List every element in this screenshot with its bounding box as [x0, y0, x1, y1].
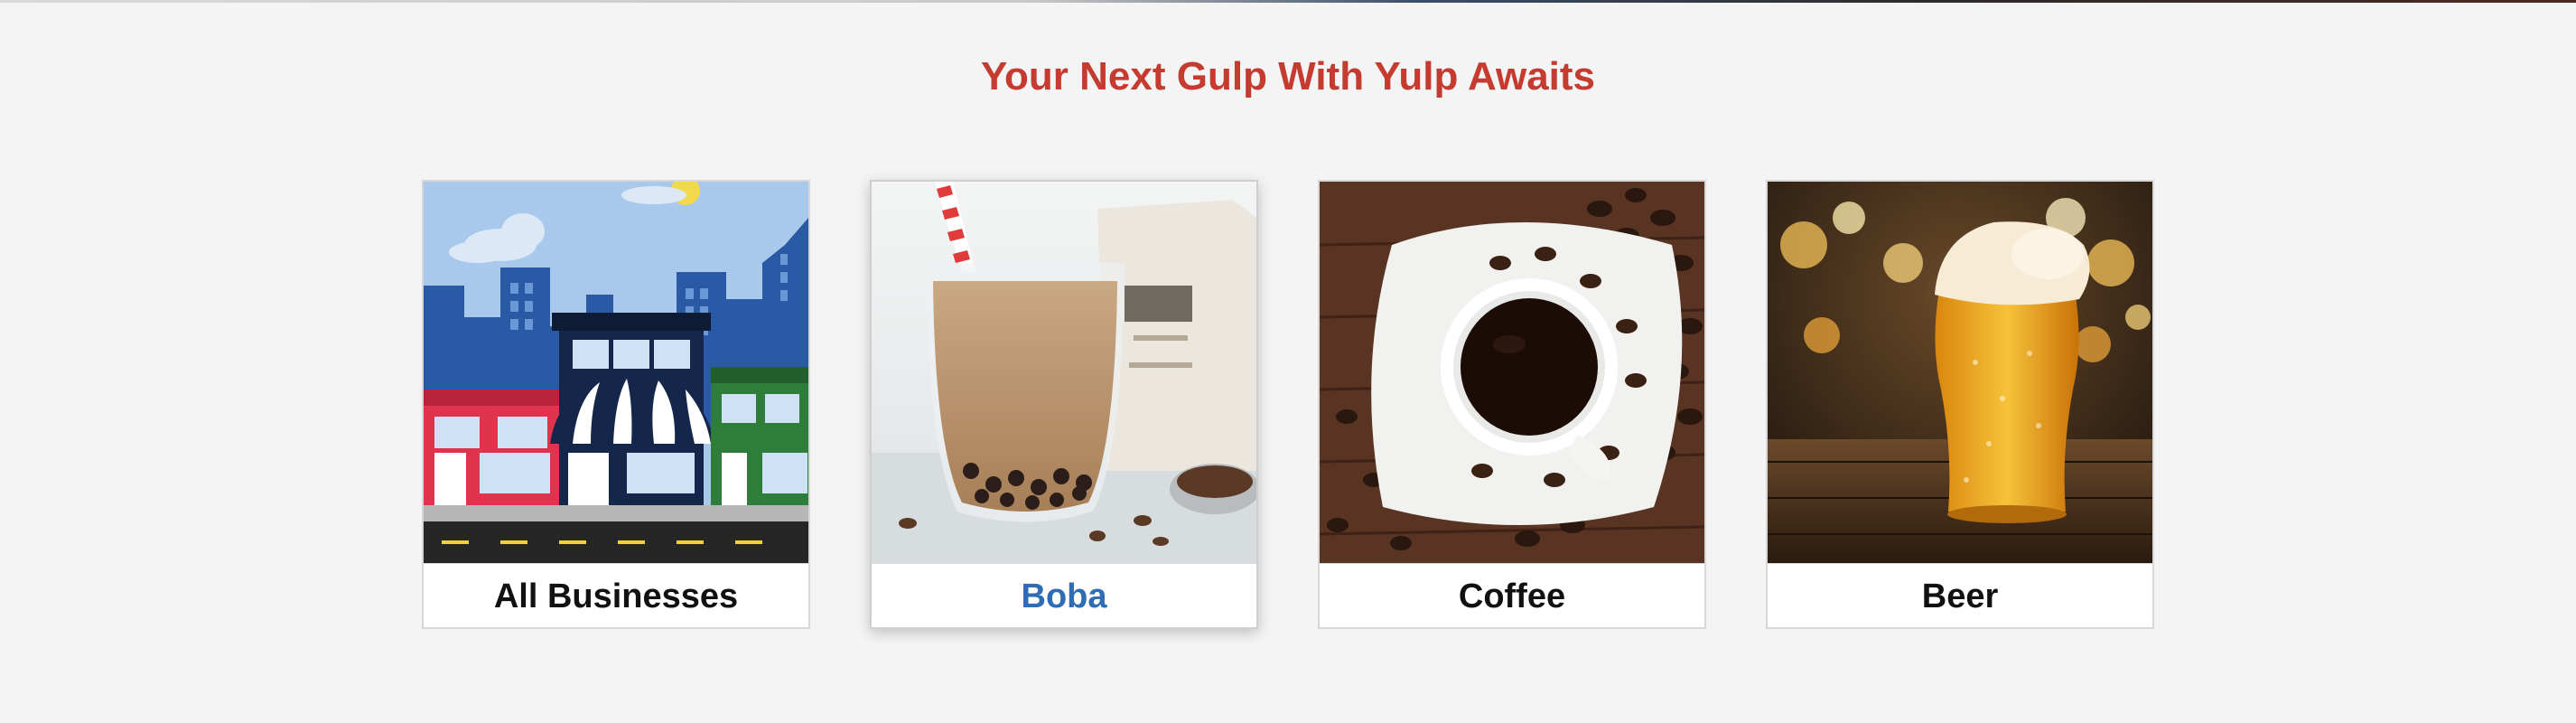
category-label: All Businesses — [424, 563, 808, 627]
storefront-illustration — [424, 182, 808, 563]
category-card-boba[interactable]: Boba — [870, 180, 1258, 629]
category-label: Coffee — [1320, 563, 1704, 627]
top-border — [0, 0, 2576, 3]
coffee-cup-photo — [1320, 182, 1704, 563]
category-card-coffee[interactable]: Coffee — [1318, 180, 1706, 629]
category-card-all-businesses[interactable]: All Businesses — [422, 180, 810, 629]
category-card-beer[interactable]: Beer — [1766, 180, 2154, 629]
boba-drink-photo — [872, 182, 1256, 563]
page-title: Your Next Gulp With Yulp Awaits — [980, 54, 1596, 99]
category-label: Beer — [1768, 563, 2152, 627]
beer-glass-photo — [1768, 182, 2152, 563]
category-label: Boba — [872, 563, 1256, 627]
